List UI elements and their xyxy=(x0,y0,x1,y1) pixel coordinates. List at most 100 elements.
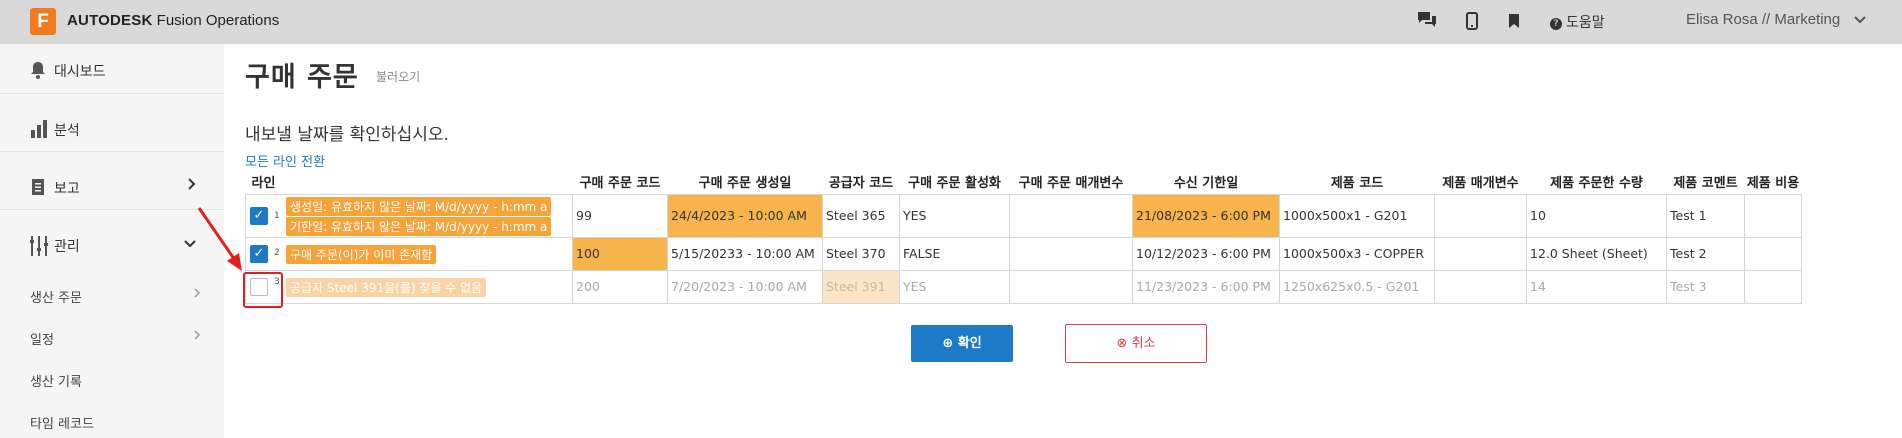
help-label: 도움말 xyxy=(1566,15,1605,31)
table-cell: Steel 370 xyxy=(822,236,900,271)
error-badge: 구매 주문(이)가 이미 존재함 xyxy=(286,244,437,264)
user-label: Elisa Rosa // Marketing xyxy=(1686,11,1841,28)
line-cell: 3 공급자 Steel 391을(를) 찾을 수 없음 xyxy=(245,269,573,304)
toggle-all-lines-link[interactable]: 모든 라인 전환 xyxy=(245,151,325,170)
table-cell: Test 2 xyxy=(1666,236,1745,271)
line-number: 2 xyxy=(274,247,280,258)
mobile-icon[interactable] xyxy=(1466,12,1478,34)
table-cell xyxy=(1434,269,1527,304)
chevron-right-icon xyxy=(194,329,201,344)
manage-icon xyxy=(30,236,48,260)
user-menu[interactable]: Elisa Rosa // Marketing xyxy=(1686,11,1866,28)
table-cell: YES xyxy=(899,193,1010,238)
sidebar-subitem-time-records[interactable]: 타임 레코드 xyxy=(30,413,200,432)
table-cell xyxy=(1744,193,1802,238)
table-cell: 10/12/2023 - 6:00 PM xyxy=(1132,236,1280,271)
divider xyxy=(0,151,224,152)
table-cell: 1000x500x3 - COPPER xyxy=(1279,236,1435,271)
sidebar: 대시보드 분석 보고 관리 생산 주문 일정 생산 기록 타임 레코드 xyxy=(0,44,224,438)
cancel-button[interactable]: ⊗ 취소 xyxy=(1065,324,1207,363)
sidebar-item-label: 관리 xyxy=(54,239,80,255)
column-header: 구매 주문 활성화 xyxy=(908,176,1001,192)
row-checkbox-checked[interactable]: ✓ xyxy=(250,244,268,263)
chat-icon[interactable] xyxy=(1416,10,1438,34)
column-header: 제품 매개변수 xyxy=(1442,176,1519,192)
bar-chart-icon xyxy=(30,120,48,142)
brand-rest: Fusion Operations xyxy=(156,12,280,29)
sidebar-subitem-label: 생산 주문 xyxy=(30,291,82,306)
column-header: 제품 비용 xyxy=(1746,176,1800,192)
error-badge: 생성일: 유효하지 않은 날짜: M/d/yyyy - h:mm a xyxy=(286,196,552,216)
sidebar-subitem-label: 일정 xyxy=(30,333,54,348)
table-cell-error: 21/08/2023 - 6:00 PM xyxy=(1132,193,1280,238)
table-cell xyxy=(1009,236,1133,271)
chevron-right-icon xyxy=(188,178,196,194)
report-icon xyxy=(30,178,46,200)
top-bar: F AUTODESK Fusion Operations ? 도움말 Elisa … xyxy=(0,0,1902,44)
sidebar-subitem-production-orders[interactable]: 생산 주문 xyxy=(30,287,201,306)
cancel-label: 취소 xyxy=(1131,336,1156,351)
chevron-down-icon xyxy=(1850,13,1866,27)
table-cell: 5/15/20233 - 10:00 AM xyxy=(667,236,823,271)
table-cell xyxy=(1744,269,1802,304)
table-cell: 200 xyxy=(572,269,668,304)
table-cell: 11/23/2023 - 6:00 PM xyxy=(1132,269,1280,304)
table-cell: 10 xyxy=(1526,193,1667,238)
table-cell xyxy=(1744,236,1802,271)
line-cell: ✓ 1 생성일: 유효하지 않은 날짜: M/d/yyyy - h:mm a 기… xyxy=(245,193,573,238)
page-subtitle: 불러오기 xyxy=(376,70,421,84)
table-header-row: 라인 구매 주문 코드 구매 주문 생성일 공급자 코드 구매 주문 활성화 구… xyxy=(246,170,1802,194)
column-header: 구매 주문 생성일 xyxy=(698,176,792,192)
sidebar-item-label: 분석 xyxy=(54,123,80,139)
sidebar-item-label: 대시보드 xyxy=(54,64,106,80)
bell-icon xyxy=(30,61,46,83)
line-number: 1 xyxy=(274,210,280,221)
table-cell: 7/20/2023 - 10:00 AM xyxy=(667,269,823,304)
table-cell-error: 24/4/2023 - 10:00 AM xyxy=(667,193,823,238)
annotation-arrow-icon xyxy=(197,207,242,271)
error-badge: 공급자 Steel 391을(를) 찾을 수 없음 xyxy=(286,277,487,297)
table-cell xyxy=(1434,236,1527,271)
table-cell xyxy=(1434,193,1527,238)
annotation-highlight-box xyxy=(243,272,283,308)
cancel-circle-icon: ⊗ xyxy=(1116,336,1128,351)
table-cell xyxy=(1009,193,1133,238)
instruction-text: 내보낼 날짜를 확인하십시오. xyxy=(245,125,449,145)
column-header: 제품 코멘트 xyxy=(1673,176,1738,192)
column-header: 제품 코드 xyxy=(1330,176,1384,192)
table-cell: 99 xyxy=(572,193,668,238)
row-checkbox-checked[interactable]: ✓ xyxy=(250,206,268,225)
column-header: 구매 주문 매개변수 xyxy=(1018,176,1124,192)
column-header: 제품 주문한 수량 xyxy=(1550,176,1643,192)
column-header: 라인 xyxy=(251,176,276,192)
sidebar-subitem-production-records[interactable]: 생산 기록 xyxy=(30,371,200,390)
brand-bold: AUTODESK xyxy=(67,12,153,29)
bookmark-icon[interactable] xyxy=(1509,13,1519,32)
sidebar-subitem-schedule[interactable]: 일정 xyxy=(30,329,201,348)
table-cell: FALSE xyxy=(899,236,1010,271)
sidebar-subitem-label: 생산 기록 xyxy=(30,375,82,390)
confirm-label: 확인 xyxy=(957,336,982,351)
table-cell-error: Steel 391 xyxy=(822,269,900,304)
table-cell: Test 1 xyxy=(1666,193,1745,238)
table-row: ✓ 2 구매 주문(이)가 이미 존재함 100 5/15/20233 - 10… xyxy=(245,236,1802,271)
help-link[interactable]: ? 도움말 xyxy=(1550,12,1605,32)
sidebar-subitem-label: 타임 레코드 xyxy=(30,417,94,432)
page-title: 구매 주문 xyxy=(245,62,359,93)
table-cell-error: 100 xyxy=(572,236,668,271)
confirm-circle-icon: ⊕ xyxy=(942,336,954,351)
table-cell: 1000x500x1 - G201 xyxy=(1279,193,1435,238)
table-cell: Test 3 xyxy=(1666,269,1745,304)
app-logo[interactable]: F xyxy=(30,8,56,35)
table-cell: 1250x625x0.5 - G201 xyxy=(1279,269,1435,304)
column-header: 공급자 코드 xyxy=(828,176,894,192)
line-cell: ✓ 2 구매 주문(이)가 이미 존재함 xyxy=(245,236,573,271)
column-header: 수신 기한일 xyxy=(1173,176,1239,192)
confirm-button[interactable]: ⊕ 확인 xyxy=(911,325,1013,362)
divider xyxy=(0,93,224,94)
table-cell: YES xyxy=(899,269,1010,304)
chevron-right-icon xyxy=(194,287,201,302)
import-table: 라인 구매 주문 코드 구매 주문 생성일 공급자 코드 구매 주문 활성화 구… xyxy=(245,170,1802,304)
table-cell xyxy=(1009,269,1133,304)
column-header: 구매 주문 코드 xyxy=(579,176,661,192)
